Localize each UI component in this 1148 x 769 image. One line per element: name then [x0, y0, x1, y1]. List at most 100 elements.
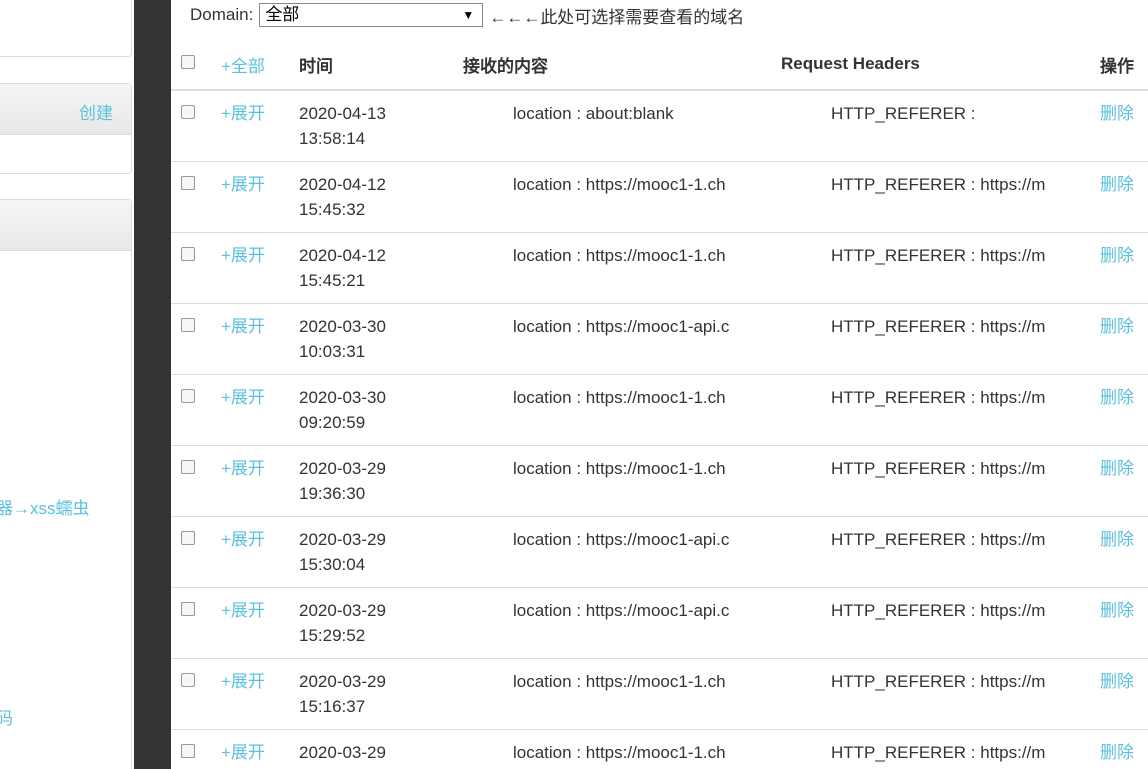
expand-row-link[interactable]: +展开: [221, 601, 265, 620]
row-content: location : https://mooc1-api.c: [513, 598, 781, 623]
row-checkbox[interactable]: [181, 744, 195, 758]
row-checkbox[interactable]: [181, 673, 195, 687]
row-time: 2020-04-13 13:58:14: [299, 91, 463, 151]
row-clock: 15:16:37: [299, 697, 366, 716]
delete-link[interactable]: 删除: [1100, 317, 1134, 336]
table-row: +展开 2020-04-12 15:45:32 location : https://…: [171, 161, 1148, 233]
domain-filter: Domain: 全部 ▼ ←←←此处可选择需要查看的域名: [190, 0, 744, 30]
row-content: location : https://mooc1-1.ch: [513, 172, 781, 197]
row-content: location : about:blank: [513, 101, 781, 126]
select-all-checkbox[interactable]: [181, 55, 195, 69]
row-checkbox[interactable]: [181, 531, 195, 545]
row-checkbox[interactable]: [181, 389, 195, 403]
row-request-header: HTTP_REFERER : https://m: [831, 172, 1100, 197]
row-clock: 15:45:32: [299, 200, 366, 219]
row-content: location : https://mooc1-1.ch: [513, 669, 781, 694]
row-content: location : https://mooc1-1.ch: [513, 243, 781, 268]
sidebar-panel-create: 创建: [0, 83, 132, 174]
row-request-header: HTTP_REFERER : https://m: [831, 314, 1100, 339]
row-clock: 15:45:21: [299, 271, 366, 290]
row-checkbox[interactable]: [181, 602, 195, 616]
table-row: +展开 2020-03-29 15:29:52 location : https://…: [171, 587, 1148, 659]
row-request-header: HTTP_REFERER :: [831, 101, 1100, 126]
table-header-row: +全部 时间 接收的内容 Request Headers 操作: [171, 39, 1148, 91]
row-request-header: HTTP_REFERER : https://m: [831, 385, 1100, 410]
row-checkbox[interactable]: [181, 105, 195, 119]
row-date: 2020-03-29: [299, 530, 386, 549]
delete-link[interactable]: 删除: [1100, 672, 1134, 691]
expand-row-link[interactable]: +展开: [221, 672, 265, 691]
sidebar: 创建 器→xss蠕虫 码: [0, 0, 134, 769]
row-checkbox[interactable]: [181, 460, 195, 474]
row-clock: 15:29:52: [299, 626, 366, 645]
row-time: 2020-03-30 09:20:59: [299, 375, 463, 435]
domain-selected-value: 全部: [265, 5, 300, 24]
table-row: +展开 2020-03-29 19:36:30 location : https://…: [171, 445, 1148, 517]
expand-row-link[interactable]: +展开: [221, 530, 265, 549]
row-request-header: HTTP_REFERER : https://m: [831, 669, 1100, 694]
row-date: 2020-03-29: [299, 743, 386, 762]
request-headers-column-header: Request Headers: [781, 39, 1100, 91]
row-date: 2020-03-29: [299, 459, 386, 478]
expand-row-link[interactable]: +展开: [221, 459, 265, 478]
expand-row-link[interactable]: +展开: [221, 388, 265, 407]
row-request-header: HTTP_REFERER : https://m: [831, 598, 1100, 623]
expand-all-link[interactable]: +全部: [221, 57, 265, 76]
row-time: 2020-04-12 15:45:21: [299, 233, 463, 293]
sidebar-panel-header: 创建: [0, 84, 131, 135]
records-table: +全部 时间 接收的内容 Request Headers 操作 +展开 2020-…: [171, 39, 1148, 769]
row-time: 2020-03-29 15:16:37: [299, 659, 463, 719]
table-row: +展开 2020-04-13 13:58:14 location : about:bl…: [171, 90, 1148, 162]
row-checkbox[interactable]: [181, 176, 195, 190]
expand-row-link[interactable]: +展开: [221, 317, 265, 336]
row-checkbox[interactable]: [181, 318, 195, 332]
delete-link[interactable]: 删除: [1100, 175, 1134, 194]
domain-label: Domain:: [190, 5, 254, 24]
row-time: 2020-04-12 15:45:32: [299, 162, 463, 222]
main-content: Domain: 全部 ▼ ←←←此处可选择需要查看的域名 +全部 时间 接收的内…: [171, 0, 1148, 769]
action-column-header: 操作: [1100, 39, 1148, 91]
delete-link[interactable]: 删除: [1100, 246, 1134, 265]
row-date: 2020-03-29: [299, 601, 386, 620]
row-date: 2020-03-30: [299, 388, 386, 407]
row-content: location : https://mooc1-1.ch: [513, 456, 781, 481]
row-clock: 15:30:04: [299, 555, 366, 574]
row-request-header: HTTP_REFERER : https://m: [831, 243, 1100, 268]
row-clock: 13:58:14: [299, 129, 366, 148]
expand-row-link[interactable]: +展开: [221, 104, 265, 123]
row-content: location : https://mooc1-api.c: [513, 527, 781, 552]
row-content: location : https://mooc1-1.ch: [513, 385, 781, 410]
delete-link[interactable]: 删除: [1100, 743, 1134, 762]
row-request-header: HTTP_REFERER : https://m: [831, 456, 1100, 481]
row-date: 2020-03-30: [299, 317, 386, 336]
row-date: 2020-04-13: [299, 104, 386, 123]
table-row: +展开 2020-03-29 15:16:37 location : https://…: [171, 658, 1148, 730]
row-time: 2020-03-29 15:30:04: [299, 517, 463, 577]
row-content: location : https://mooc1-api.c: [513, 314, 781, 339]
expand-row-link[interactable]: +展开: [221, 743, 265, 762]
sidebar-link-xss-worm[interactable]: 器→xss蠕虫: [0, 494, 90, 519]
table-row: +展开 2020-03-30 10:03:31 location : https://…: [171, 303, 1148, 375]
row-time: 2020-03-29 15:29:52: [299, 588, 463, 648]
sidebar-menu-header: [0, 200, 131, 251]
content-column-header: 接收的内容: [463, 39, 781, 91]
row-request-header: HTTP_REFERER : https://m: [831, 527, 1100, 552]
create-link[interactable]: 创建: [79, 99, 113, 124]
delete-link[interactable]: 删除: [1100, 388, 1134, 407]
domain-select[interactable]: 全部 ▼: [259, 3, 484, 27]
delete-link[interactable]: 删除: [1100, 601, 1134, 620]
row-request-header: HTTP_REFERER : https://m: [831, 740, 1100, 765]
delete-link[interactable]: 删除: [1100, 459, 1134, 478]
row-date: 2020-04-12: [299, 246, 386, 265]
row-checkbox[interactable]: [181, 247, 195, 261]
row-time: 2020-03-29 19:36:30: [299, 446, 463, 506]
delete-link[interactable]: 删除: [1100, 530, 1134, 549]
table-row: +展开 2020-03-29 15:30:04 location : https://…: [171, 516, 1148, 588]
delete-link[interactable]: 删除: [1100, 104, 1134, 123]
sidebar-link-code[interactable]: 码: [0, 704, 13, 729]
expand-row-link[interactable]: +展开: [221, 246, 265, 265]
row-clock: 10:03:31: [299, 342, 366, 361]
expand-row-link[interactable]: +展开: [221, 175, 265, 194]
table-row: +展开 2020-03-29 location : https://mooc1-1.…: [171, 729, 1148, 769]
domain-hint: ←←←此处可选择需要查看的域名: [489, 7, 745, 27]
